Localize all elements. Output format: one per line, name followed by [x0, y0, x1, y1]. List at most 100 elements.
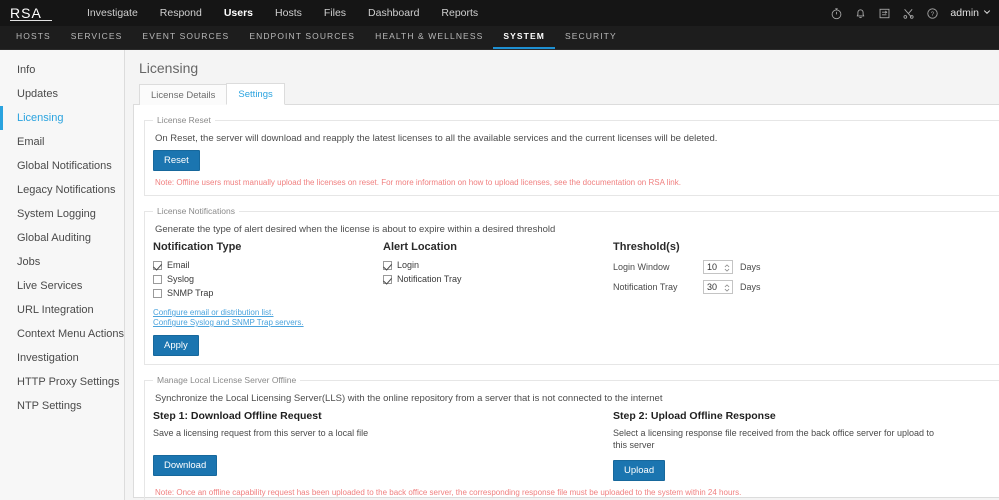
- notification-tray-spinner-icon[interactable]: [724, 281, 730, 295]
- sidebar-item-global-notifications[interactable]: Global Notifications: [0, 154, 124, 178]
- login-checkbox[interactable]: [383, 260, 392, 270]
- user-menu[interactable]: admin: [950, 7, 991, 19]
- sidebar-item-email[interactable]: Email: [0, 130, 124, 154]
- login-window-spinner-icon[interactable]: [724, 261, 730, 275]
- tab-settings[interactable]: Settings: [226, 83, 285, 105]
- checkbox-row-notification-tray[interactable]: Notification Tray: [383, 274, 613, 284]
- settings-sidebar: Info Updates Licensing Email Global Noti…: [0, 50, 125, 500]
- sidebar-item-jobs[interactable]: Jobs: [0, 250, 124, 274]
- nav-item-dashboard[interactable]: Dashboard: [357, 0, 430, 26]
- nav-item-hosts[interactable]: Hosts: [264, 0, 313, 26]
- svg-text:RSA: RSA: [10, 5, 42, 21]
- sidebar-item-info[interactable]: Info: [0, 58, 124, 82]
- page-title: Licensing: [139, 60, 199, 76]
- help-circle-icon[interactable]: ?: [926, 7, 939, 20]
- tab-bar: License Details Settings: [133, 82, 999, 105]
- notification-tray-stepper[interactable]: 30: [703, 280, 733, 294]
- snmp-trap-label: SNMP Trap: [167, 288, 214, 298]
- page-body: Info Updates Licensing Email Global Noti…: [0, 50, 999, 500]
- notification-type-heading: Notification Type: [153, 241, 242, 253]
- sidebar-item-url-integration[interactable]: URL Integration: [0, 298, 124, 322]
- sidebar-item-legacy-notifications[interactable]: Legacy Notifications: [0, 178, 124, 202]
- notification-tray-value: 30: [707, 282, 718, 292]
- sidebar-item-global-auditing[interactable]: Global Auditing: [0, 226, 124, 250]
- configure-links: Configure email or distribution list. Co…: [153, 308, 383, 328]
- user-name: admin: [950, 7, 979, 19]
- license-reset-note: Note: Offline users must manually upload…: [155, 178, 681, 187]
- notification-tray-checkbox[interactable]: [383, 274, 392, 284]
- subnav-item-services[interactable]: SERVICES: [61, 25, 133, 49]
- sidebar-item-ntp-settings[interactable]: NTP Settings: [0, 394, 124, 418]
- sidebar-item-live-services[interactable]: Live Services: [0, 274, 124, 298]
- license-reset-description: On Reset, the server will download and r…: [155, 133, 718, 144]
- tasks-icon[interactable]: [878, 7, 891, 20]
- subnav-item-endpoint-sources[interactable]: ENDPOINT SOURCES: [239, 25, 365, 49]
- subnav-item-hosts[interactable]: HOSTS: [6, 25, 61, 49]
- subnav-item-event-sources[interactable]: EVENT SOURCES: [132, 25, 239, 49]
- checkbox-row-email[interactable]: Email: [153, 260, 383, 270]
- notification-columns: Notification Type Email Syslog SNMP Trap…: [153, 241, 999, 356]
- login-window-unit: Days: [740, 262, 761, 272]
- secondary-navigation-bar: HOSTS SERVICES EVENT SOURCES ENDPOINT SO…: [0, 26, 999, 50]
- sidebar-item-updates[interactable]: Updates: [0, 82, 124, 106]
- reset-button[interactable]: Reset: [153, 150, 200, 171]
- email-label: Email: [167, 260, 190, 270]
- nav-item-investigate[interactable]: Investigate: [76, 0, 149, 26]
- main-content: Licensing License Details Settings Licen…: [125, 50, 999, 500]
- checkbox-row-snmp-trap[interactable]: SNMP Trap: [153, 288, 383, 298]
- step-2-text: Select a licensing response file receive…: [613, 428, 935, 450]
- configure-email-link[interactable]: Configure email or distribution list.: [153, 308, 383, 318]
- checkbox-row-syslog[interactable]: Syslog: [153, 274, 383, 284]
- chevron-down-icon: [983, 7, 991, 19]
- top-navigation-bar: RSA Investigate Respond Users Hosts File…: [0, 0, 999, 26]
- offline-steps: Step 1: Download Offline Request Save a …: [153, 410, 999, 481]
- step-1-heading: Step 1: Download Offline Request: [153, 410, 322, 422]
- sidebar-item-context-menu-actions[interactable]: Context Menu Actions: [0, 322, 124, 346]
- login-window-value: 10: [707, 262, 718, 272]
- nav-item-respond[interactable]: Respond: [149, 0, 213, 26]
- rsa-logo: RSA: [10, 0, 52, 26]
- login-label: Login: [397, 260, 420, 270]
- sidebar-item-licensing[interactable]: Licensing: [0, 106, 124, 130]
- nav-item-files[interactable]: Files: [313, 0, 357, 26]
- syslog-checkbox[interactable]: [153, 274, 162, 284]
- manage-offline-description: Synchronize the Local Licensing Server(L…: [155, 393, 663, 404]
- download-button[interactable]: Download: [153, 455, 218, 476]
- syslog-label: Syslog: [167, 274, 195, 284]
- sidebar-item-http-proxy-settings[interactable]: HTTP Proxy Settings: [0, 370, 124, 394]
- email-checkbox[interactable]: [153, 260, 162, 270]
- top-nav-actions: ? admin: [830, 0, 991, 26]
- bell-icon[interactable]: [854, 7, 867, 20]
- license-reset-legend: License Reset: [157, 115, 211, 125]
- license-notifications-section: License Notifications Generate the type …: [144, 206, 999, 365]
- subnav-item-health-wellness[interactable]: HEALTH & WELLNESS: [365, 25, 493, 49]
- main-menu: Investigate Respond Users Hosts Files Da…: [76, 0, 489, 26]
- sidebar-item-system-logging[interactable]: System Logging: [0, 202, 124, 226]
- apply-button[interactable]: Apply: [153, 335, 199, 356]
- upload-button[interactable]: Upload: [613, 460, 666, 481]
- notification-tray-label: Notification Tray: [397, 274, 462, 284]
- subnav-item-system[interactable]: SYSTEM: [493, 25, 555, 49]
- login-window-stepper[interactable]: 10: [703, 260, 733, 274]
- alert-location-heading: Alert Location: [383, 241, 457, 253]
- snmp-trap-checkbox[interactable]: [153, 288, 162, 298]
- threshold-row-notification-tray: Notification Tray 30 Days: [613, 280, 863, 294]
- tools-icon[interactable]: [902, 7, 915, 20]
- subnav-item-security[interactable]: SECURITY: [555, 25, 627, 49]
- checkbox-row-login[interactable]: Login: [383, 260, 613, 270]
- nav-item-users[interactable]: Users: [213, 0, 264, 26]
- license-notifications-legend: License Notifications: [157, 206, 235, 216]
- manage-offline-legend: Manage Local License Server Offline: [157, 375, 297, 385]
- tab-license-details[interactable]: License Details: [139, 84, 228, 105]
- alert-location-column: Alert Location Login Notification Tray: [383, 241, 613, 356]
- sidebar-item-investigation[interactable]: Investigation: [0, 346, 124, 370]
- manage-offline-note: Note: Once an offline capability request…: [155, 488, 742, 497]
- stopwatch-icon[interactable]: [830, 7, 843, 20]
- login-window-label: Login Window: [613, 262, 670, 272]
- notification-tray-unit: Days: [740, 282, 761, 292]
- svg-text:?: ?: [931, 11, 935, 18]
- step-2-heading: Step 2: Upload Offline Response: [613, 410, 776, 422]
- notification-tray-threshold-label: Notification Tray: [613, 282, 678, 292]
- configure-syslog-link[interactable]: Configure Syslog and SNMP Trap servers.: [153, 318, 383, 328]
- nav-item-reports[interactable]: Reports: [430, 0, 489, 26]
